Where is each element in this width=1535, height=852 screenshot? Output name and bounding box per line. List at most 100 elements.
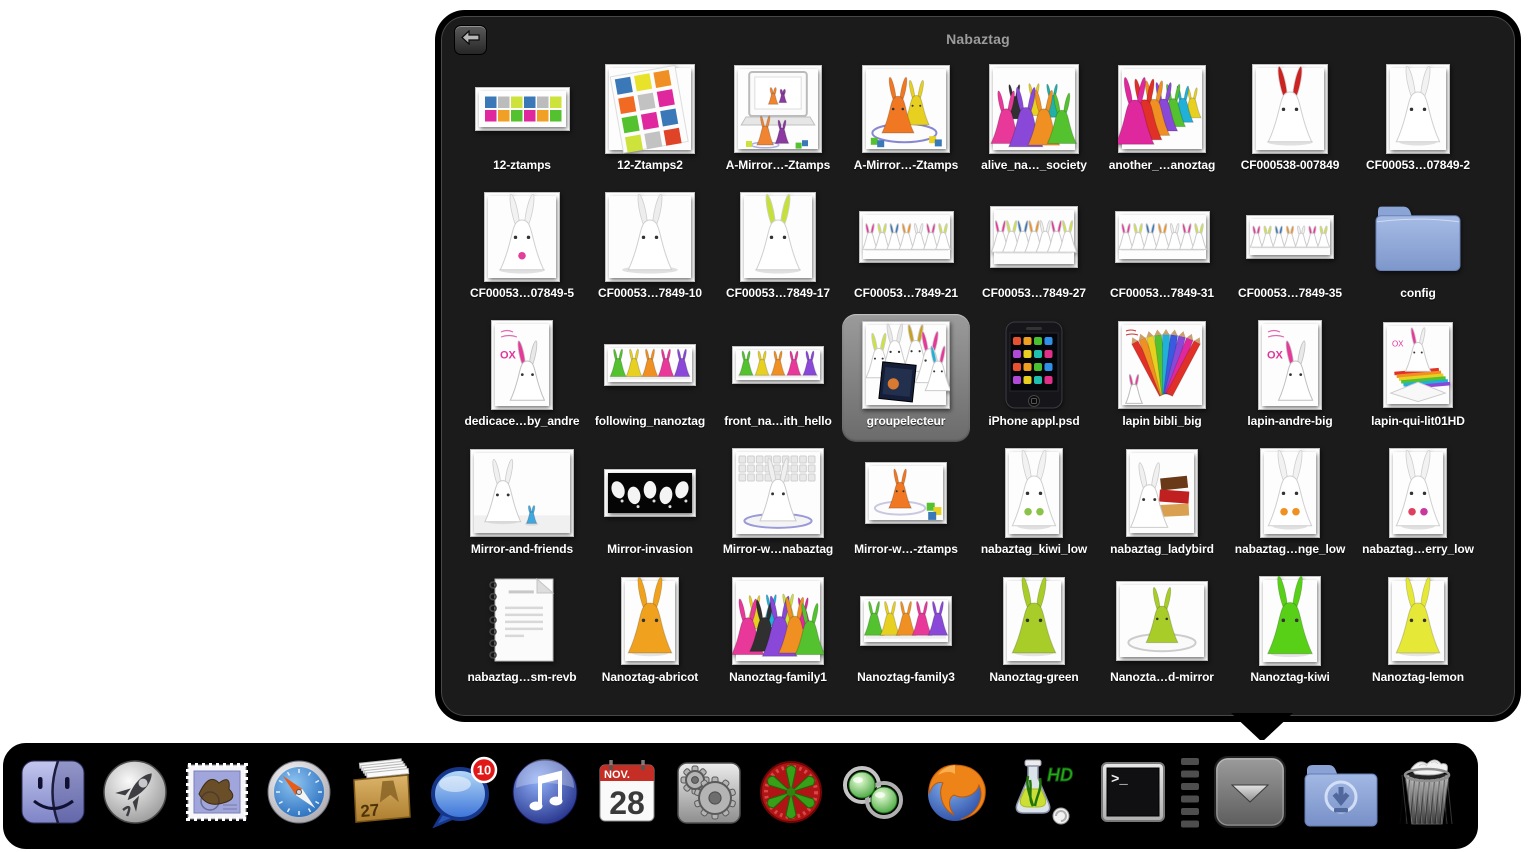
svg-text:10: 10 bbox=[477, 763, 491, 778]
grid-item[interactable]: CF00053…7849-27 bbox=[970, 186, 1098, 314]
grid-item[interactable]: Nanoztag-abricot bbox=[586, 570, 714, 698]
grid-item[interactable]: CF00053…7849-35 bbox=[1226, 186, 1354, 314]
dock-item-finder[interactable] bbox=[15, 749, 91, 835]
grid-item[interactable]: OXlapin-andre-big bbox=[1226, 314, 1354, 442]
grid-item-label: Mirror-w…-ztamps bbox=[854, 542, 958, 556]
cone-thumbnail bbox=[1388, 572, 1448, 669]
firefox-icon bbox=[919, 756, 991, 828]
grid-item[interactable]: Nanoztag-lemon bbox=[1354, 570, 1482, 698]
grid-item-label: nabaztag_ladybird bbox=[1110, 542, 1214, 556]
grid-item-label: nabaztag_kiwi_low bbox=[981, 542, 1087, 556]
grid-item[interactable]: A-Mirror…-Ztamps bbox=[714, 58, 842, 186]
white-rabbit-thumbnail bbox=[1260, 444, 1320, 541]
dock-item-flask-hd-app[interactable]: HD bbox=[999, 749, 1089, 835]
grid-item[interactable]: nabaztag_kiwi_low bbox=[970, 442, 1098, 570]
white-rabbit-thumbnail bbox=[605, 188, 695, 285]
dock-item-dock-separator bbox=[1177, 749, 1203, 835]
svg-text:27: 27 bbox=[360, 800, 381, 821]
grid-item-label: Nanoztag-family1 bbox=[729, 670, 827, 684]
grid-item-label: Nanozta…d-mirror bbox=[1110, 670, 1214, 684]
grid-item[interactable]: Nanozta…d-mirror bbox=[1098, 570, 1226, 698]
grid-item-label: dedicace…by_andre bbox=[464, 414, 579, 428]
svg-text:OX: OX bbox=[1392, 339, 1404, 348]
rabbit-lineup-thumbnail bbox=[1246, 188, 1334, 285]
dock-item-safari[interactable] bbox=[261, 749, 337, 835]
grid-item[interactable]: nabaztag…erry_low bbox=[1354, 442, 1482, 570]
rocket-app-icon bbox=[99, 756, 171, 828]
dock-item-nabaztag-stack-open[interactable] bbox=[1209, 749, 1293, 835]
grid-item[interactable]: CF00053…7849-31 bbox=[1098, 186, 1226, 314]
dock-item-ical[interactable]: NOV.28 bbox=[589, 749, 665, 835]
grid-item-label: CF00053…07849-5 bbox=[470, 286, 574, 300]
grid-item-label: CF00053…7849-27 bbox=[982, 286, 1086, 300]
grid-item[interactable]: Mirror-w…nabaztag bbox=[714, 442, 842, 570]
dock-item-chat[interactable]: 10 bbox=[425, 749, 501, 835]
grid-item[interactable]: nabaztag_ladybird bbox=[1098, 442, 1226, 570]
dock-item-itunes[interactable] bbox=[507, 749, 583, 835]
grid-item[interactable]: CF000538-007849 bbox=[1226, 58, 1354, 186]
white-rabbit-thumbnail bbox=[1252, 60, 1328, 157]
grid-item-selected[interactable]: groupelecteur bbox=[842, 314, 970, 442]
grid-item[interactable]: lapin bibli_big bbox=[1098, 314, 1226, 442]
grid-item[interactable]: nabaztag…sm-revb bbox=[458, 570, 586, 698]
cone-row-thumbnail bbox=[860, 572, 952, 669]
grid-item-label: Nanoztag-family3 bbox=[857, 670, 955, 684]
grid-item-label: 12-ztamps bbox=[493, 158, 551, 172]
grid-item[interactable]: OX dedicace…by_andre bbox=[458, 314, 586, 442]
grid-item[interactable]: CF00053…7849-10 bbox=[586, 186, 714, 314]
dock-item-package-box[interactable]: 27 bbox=[343, 749, 419, 835]
grid-item[interactable]: Mirror-invasion bbox=[586, 442, 714, 570]
rabbit-sketch-thumbnail: OX bbox=[1258, 316, 1322, 413]
dock-item-system-preferences[interactable] bbox=[671, 749, 747, 835]
dock-item-terminal[interactable]: >_ bbox=[1095, 749, 1171, 835]
grid-item-label: lapin-andre-big bbox=[1247, 414, 1332, 428]
grid-item[interactable]: nabaztag…nge_low bbox=[1226, 442, 1354, 570]
grid-item[interactable]: Mirror-and-friends bbox=[458, 442, 586, 570]
package-box-icon: 27 bbox=[345, 756, 417, 828]
grid-item[interactable]: following_nanoztag bbox=[586, 314, 714, 442]
dock-item-green-orbs-app[interactable] bbox=[835, 749, 911, 835]
grid-item-label: CF00053…07849-2 bbox=[1366, 158, 1470, 172]
dock: 27 10 NOV.28 HD>_ bbox=[0, 740, 1481, 852]
system-preferences-icon bbox=[673, 756, 745, 828]
grid-item[interactable]: iPhone appl.psd bbox=[970, 314, 1098, 442]
grid-item[interactable]: CF00053…7849-17 bbox=[714, 186, 842, 314]
grid-item[interactable]: CF00053…07849-2 bbox=[1354, 58, 1482, 186]
grid-item[interactable]: config bbox=[1354, 186, 1482, 314]
cone-thumbnail bbox=[1259, 572, 1321, 669]
grid-item[interactable]: Nanoztag-family3 bbox=[842, 570, 970, 698]
white-rabbit-thumbnail bbox=[1386, 60, 1450, 157]
grid-item[interactable]: Mirror-w…-ztamps bbox=[842, 442, 970, 570]
spiral-document-thumbnail bbox=[485, 572, 559, 669]
grid-item[interactable]: CF00053…7849-21 bbox=[842, 186, 970, 314]
cone-row-thumbnail bbox=[604, 316, 696, 413]
grid-item[interactable]: another_…anoztag bbox=[1098, 58, 1226, 186]
dock-item-trash-full[interactable] bbox=[1389, 749, 1465, 835]
grid-item-label: A-Mirror…-Ztamps bbox=[854, 158, 958, 172]
dock-item-downloads-folder[interactable] bbox=[1299, 749, 1383, 835]
trash-full-icon bbox=[1389, 754, 1465, 830]
rabbit-crowd-thumbnail bbox=[989, 60, 1079, 157]
svg-text:OX: OX bbox=[500, 349, 517, 361]
grid-item[interactable]: alive_na…_society bbox=[970, 58, 1098, 186]
iphone-thumbnail bbox=[1003, 316, 1065, 413]
grid-item[interactable]: Nanoztag-green bbox=[970, 570, 1098, 698]
dock-item-firefox[interactable] bbox=[917, 749, 993, 835]
grid-item[interactable]: 12-Ztamps2 bbox=[586, 58, 714, 186]
pencil-books-thumbnail bbox=[1118, 316, 1206, 413]
grid-item[interactable]: OXlapin-qui-lit01HD bbox=[1354, 314, 1482, 442]
white-rabbit-thumbnail bbox=[1389, 444, 1447, 541]
dock-item-red-berry-app[interactable] bbox=[753, 749, 829, 835]
grid-item-label: CF00053…7849-17 bbox=[726, 286, 830, 300]
grid-item[interactable]: 12-ztamps bbox=[458, 58, 586, 186]
grid-item[interactable]: CF00053…07849-5 bbox=[458, 186, 586, 314]
stack-callout-arrow bbox=[1231, 713, 1293, 742]
grid-item[interactable]: Nanoztag-kiwi bbox=[1226, 570, 1354, 698]
dock-item-mail[interactable] bbox=[179, 749, 255, 835]
blue-folder-thumbnail bbox=[1372, 188, 1464, 285]
dock-item-rocket-app[interactable] bbox=[97, 749, 173, 835]
cone-row-thumbnail bbox=[732, 316, 824, 413]
grid-item[interactable]: Nanoztag-family1 bbox=[714, 570, 842, 698]
grid-item[interactable]: A-Mirror…-Ztamps bbox=[842, 58, 970, 186]
grid-item[interactable]: front_na…ith_hello bbox=[714, 314, 842, 442]
